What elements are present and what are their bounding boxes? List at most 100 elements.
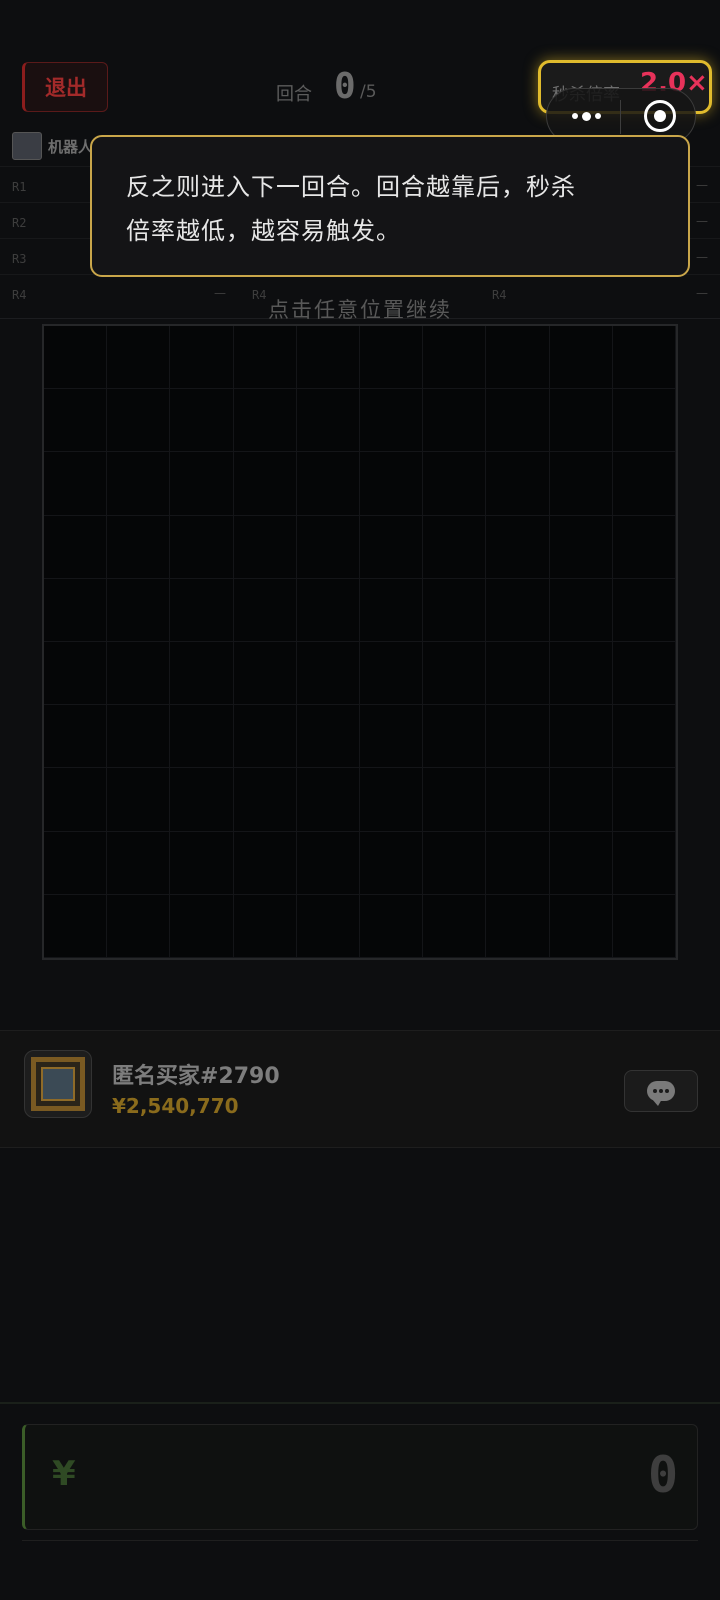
- board-cell[interactable]: [44, 452, 108, 516]
- board-cell[interactable]: [360, 768, 424, 832]
- board-cell[interactable]: [612, 389, 676, 453]
- board-cell[interactable]: [296, 326, 360, 390]
- board-cell[interactable]: [612, 705, 676, 769]
- board-cell[interactable]: [233, 705, 297, 769]
- more-icon[interactable]: [566, 102, 606, 130]
- board-cell[interactable]: [233, 389, 297, 453]
- board-cell[interactable]: [44, 894, 108, 958]
- board-cell[interactable]: [233, 831, 297, 895]
- board-cell[interactable]: [170, 515, 234, 579]
- board-cell[interactable]: [612, 894, 676, 958]
- board-cell[interactable]: [44, 326, 108, 390]
- board-cell[interactable]: [486, 831, 550, 895]
- board-cell[interactable]: [170, 389, 234, 453]
- board-cell[interactable]: [486, 705, 550, 769]
- board-cell[interactable]: [107, 326, 171, 390]
- board-cell[interactable]: [233, 642, 297, 706]
- board-cell[interactable]: [486, 389, 550, 453]
- board-cell[interactable]: [612, 515, 676, 579]
- board-cell[interactable]: [423, 389, 487, 453]
- board-cell[interactable]: [233, 578, 297, 642]
- board-cell[interactable]: [549, 894, 613, 958]
- chat-button[interactable]: [624, 1070, 698, 1112]
- game-board[interactable]: [42, 324, 678, 960]
- board-cell[interactable]: [170, 578, 234, 642]
- board-cell[interactable]: [360, 894, 424, 958]
- board-cell[interactable]: [360, 515, 424, 579]
- board-cell[interactable]: [296, 642, 360, 706]
- exit-button[interactable]: 退出: [22, 62, 108, 112]
- bid-value[interactable]: 0: [648, 1446, 678, 1504]
- board-cell[interactable]: [612, 768, 676, 832]
- board-cell[interactable]: [423, 831, 487, 895]
- board-cell[interactable]: [44, 515, 108, 579]
- target-icon[interactable]: [644, 100, 676, 132]
- board-cell[interactable]: [549, 578, 613, 642]
- board-cell[interactable]: [296, 768, 360, 832]
- board-cell[interactable]: [233, 894, 297, 958]
- board-cell[interactable]: [107, 642, 171, 706]
- board-cell[interactable]: [549, 452, 613, 516]
- board-cell[interactable]: [107, 515, 171, 579]
- board-cell[interactable]: [549, 831, 613, 895]
- board-cell[interactable]: [360, 642, 424, 706]
- board-cell[interactable]: [423, 515, 487, 579]
- board-cell[interactable]: [107, 831, 171, 895]
- board-cell[interactable]: [170, 326, 234, 390]
- board-cell[interactable]: [44, 831, 108, 895]
- board-cell[interactable]: [612, 642, 676, 706]
- board-cell[interactable]: [233, 452, 297, 516]
- board-cell[interactable]: [612, 831, 676, 895]
- board-cell[interactable]: [486, 515, 550, 579]
- board-cell[interactable]: [44, 642, 108, 706]
- board-cell[interactable]: [486, 768, 550, 832]
- board-cell[interactable]: [360, 705, 424, 769]
- board-cell[interactable]: [233, 326, 297, 390]
- board-cell[interactable]: [296, 705, 360, 769]
- board-cell[interactable]: [170, 768, 234, 832]
- board-cell[interactable]: [612, 452, 676, 516]
- board-cell[interactable]: [360, 452, 424, 516]
- board-cell[interactable]: [44, 705, 108, 769]
- board-cell[interactable]: [549, 768, 613, 832]
- board-cell[interactable]: [170, 894, 234, 958]
- board-cell[interactable]: [44, 768, 108, 832]
- board-cell[interactable]: [233, 515, 297, 579]
- board-cell[interactable]: [549, 515, 613, 579]
- board-cell[interactable]: [170, 831, 234, 895]
- board-cell[interactable]: [423, 705, 487, 769]
- board-cell[interactable]: [360, 831, 424, 895]
- board-cell[interactable]: [549, 642, 613, 706]
- bid-input[interactable]: [22, 1424, 698, 1530]
- board-cell[interactable]: [612, 326, 676, 390]
- board-cell[interactable]: [486, 894, 550, 958]
- board-cell[interactable]: [296, 894, 360, 958]
- board-cell[interactable]: [170, 642, 234, 706]
- board-cell[interactable]: [486, 578, 550, 642]
- board-cell[interactable]: [549, 389, 613, 453]
- board-cell[interactable]: [549, 705, 613, 769]
- board-cell[interactable]: [170, 452, 234, 516]
- board-cell[interactable]: [107, 705, 171, 769]
- board-cell[interactable]: [107, 578, 171, 642]
- board-cell[interactable]: [486, 642, 550, 706]
- board-cell[interactable]: [296, 831, 360, 895]
- board-cell[interactable]: [233, 768, 297, 832]
- board-cell[interactable]: [360, 389, 424, 453]
- board-cell[interactable]: [612, 578, 676, 642]
- board-cell[interactable]: [486, 452, 550, 516]
- board-cell[interactable]: [107, 389, 171, 453]
- board-cell[interactable]: [44, 578, 108, 642]
- board-cell[interactable]: [107, 452, 171, 516]
- board-cell[interactable]: [423, 578, 487, 642]
- tutorial-tooltip[interactable]: 反之则进入下一回合。回合越靠后，秒杀 倍率越低，越容易触发。: [90, 135, 690, 277]
- board-cell[interactable]: [423, 326, 487, 390]
- continue-hint[interactable]: 点击任意位置继续: [0, 294, 720, 324]
- board-cell[interactable]: [296, 515, 360, 579]
- board-cell[interactable]: [423, 452, 487, 516]
- board-cell[interactable]: [107, 894, 171, 958]
- board-cell[interactable]: [549, 326, 613, 390]
- board-cell[interactable]: [170, 705, 234, 769]
- board-cell[interactable]: [423, 642, 487, 706]
- board-cell[interactable]: [44, 389, 108, 453]
